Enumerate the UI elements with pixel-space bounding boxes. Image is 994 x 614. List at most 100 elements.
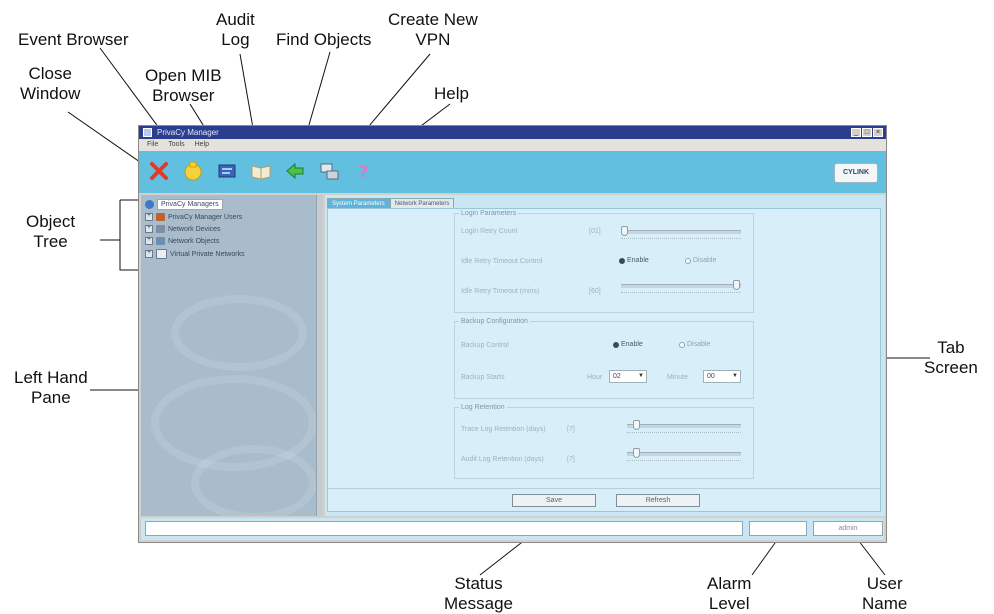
find-objects-button[interactable]	[283, 159, 307, 183]
tab-panel: Login Parameters Login Retry Count [01] …	[327, 208, 881, 512]
login-retry-slider[interactable]	[621, 226, 741, 236]
group-title: Log Retention	[459, 403, 507, 412]
vpn-folder-icon	[156, 249, 167, 259]
find-objects-icon	[286, 162, 304, 180]
hour-label: Hour	[587, 374, 603, 381]
callout-create-new-vpn: Create New VPN	[388, 10, 478, 49]
status-message-field	[145, 521, 743, 536]
tree-item-label: PrivaCy Manager Users	[168, 213, 243, 221]
privacy-manager-window: PrivaCy Manager _ □ × File Tools Help ? …	[138, 125, 887, 543]
idle-enable-radio[interactable]: Enable	[619, 257, 649, 264]
tab-screen: System Parameters Network Parameters Log…	[325, 195, 885, 516]
svg-text:?: ?	[358, 162, 368, 182]
tree-root[interactable]: PrivaCy Managers	[145, 199, 223, 210]
trace-retention-slider[interactable]	[627, 420, 741, 430]
alarm-level-field	[749, 521, 807, 536]
minute-label: Minute	[667, 374, 689, 381]
tree-item-label: Network Devices	[168, 225, 221, 233]
callout-help: Help	[434, 84, 469, 103]
minute-select[interactable]: 00 ▼	[703, 370, 741, 383]
menu-help[interactable]: Help	[195, 139, 209, 151]
menu-file[interactable]: File	[147, 139, 158, 151]
close-icon	[150, 162, 168, 180]
slider-ticks	[621, 290, 741, 293]
slider-thumb[interactable]	[733, 280, 740, 290]
slider-thumb[interactable]	[633, 448, 640, 458]
vpn-icon	[320, 163, 339, 180]
backup-starts-label: Backup Starts	[461, 374, 505, 381]
tab-network-parameters[interactable]: Network Parameters	[389, 198, 455, 208]
expand-icon[interactable]: +	[145, 213, 153, 221]
slider-thumb[interactable]	[621, 226, 628, 236]
globe-icon	[145, 200, 154, 209]
audit-retention-slider[interactable]	[627, 448, 741, 458]
expand-icon[interactable]: +	[145, 225, 153, 233]
help-button[interactable]: ?	[351, 159, 375, 183]
tree-item[interactable]: + Network Devices	[145, 225, 221, 233]
callout-event-browser: Event Browser	[18, 30, 129, 49]
callout-user-name: User Name	[862, 574, 908, 613]
log-retention-group: Log Retention Trace Log Retention (days)…	[454, 403, 754, 479]
callout-audit-log: Audit Log	[216, 10, 255, 49]
menu-tools[interactable]: Tools	[168, 139, 184, 151]
audit-retention-value: [7]	[567, 456, 575, 463]
window-controls: _ □ ×	[851, 128, 883, 137]
tree-item-label: Network Objects	[168, 237, 220, 245]
callout-status-message: Status Message	[444, 574, 513, 613]
maximize-button[interactable]: □	[862, 128, 872, 137]
backup-configuration-group: Backup Configuration Backup Control Enab…	[454, 317, 754, 399]
close-window-button[interactable]	[147, 159, 171, 183]
backup-enable-radio[interactable]: Enable	[613, 341, 643, 348]
expand-icon[interactable]: +	[145, 250, 153, 258]
idle-minutes-slider[interactable]	[621, 280, 741, 290]
window-close-button[interactable]: ×	[873, 128, 883, 137]
callout-left-hand-pane: Left Hand Pane	[14, 368, 88, 407]
mib-browser-icon	[218, 164, 236, 178]
network-objects-icon	[156, 237, 165, 245]
trace-retention-label: Trace Log Retention (days)	[461, 426, 546, 433]
tree-item[interactable]: + Virtual Private Networks	[145, 249, 245, 259]
users-icon	[156, 213, 165, 221]
menu-bar: File Tools Help	[139, 139, 886, 151]
brand-logo: CYLINK	[834, 163, 878, 183]
group-title: Backup Configuration	[459, 317, 530, 326]
tree-item-label: Virtual Private Networks	[170, 250, 245, 258]
slider-ticks	[627, 430, 741, 433]
audit-log-button[interactable]	[249, 159, 273, 183]
open-mib-browser-button[interactable]	[215, 159, 239, 183]
audit-log-icon	[251, 165, 271, 180]
save-button[interactable]: Save	[512, 494, 596, 507]
tree-item[interactable]: + PrivaCy Manager Users	[145, 213, 242, 221]
chevron-down-icon: ▼	[638, 373, 644, 379]
chevron-down-icon: ▼	[732, 373, 738, 379]
tree-root-label: PrivaCy Managers	[157, 199, 223, 210]
callout-alarm-level: Alarm Level	[707, 574, 752, 613]
status-bar: admin	[141, 518, 884, 540]
slider-thumb[interactable]	[633, 420, 640, 430]
tab-system-parameters[interactable]: System Parameters	[327, 198, 390, 208]
idle-minutes-value: [60]	[589, 288, 601, 295]
backup-control-label: Backup Control	[461, 342, 509, 349]
hour-select[interactable]: 02 ▼	[609, 370, 647, 383]
expand-icon[interactable]: +	[145, 237, 153, 245]
left-hand-pane: PrivaCy Managers + PrivaCy Manager Users…	[141, 195, 318, 516]
idle-disable-radio[interactable]: Disable	[685, 257, 716, 264]
tree-item[interactable]: + Network Objects	[145, 237, 219, 245]
minimize-button[interactable]: _	[851, 128, 861, 137]
idle-minutes-label: Idle Retry Timeout (mins)	[461, 288, 540, 295]
trace-retention-value: [7]	[567, 426, 575, 433]
backup-disable-radio[interactable]: Disable	[679, 341, 710, 348]
create-new-vpn-button[interactable]	[317, 159, 341, 183]
callout-close-window: Close Window	[20, 64, 81, 103]
callout-tab-screen: Tab Screen	[924, 338, 978, 377]
title-bar[interactable]: PrivaCy Manager _ □ ×	[139, 126, 886, 139]
background-swirl	[171, 295, 307, 371]
callout-object-tree: Object Tree	[26, 212, 76, 251]
tab-strip: System Parameters Network Parameters	[327, 198, 455, 208]
refresh-button[interactable]: Refresh	[616, 494, 700, 507]
slider-ticks	[627, 458, 741, 461]
event-browser-button[interactable]	[181, 159, 205, 183]
event-browser-icon	[184, 161, 202, 181]
pane-splitter[interactable]	[317, 195, 323, 516]
callout-find-objects: Find Objects	[276, 30, 372, 49]
